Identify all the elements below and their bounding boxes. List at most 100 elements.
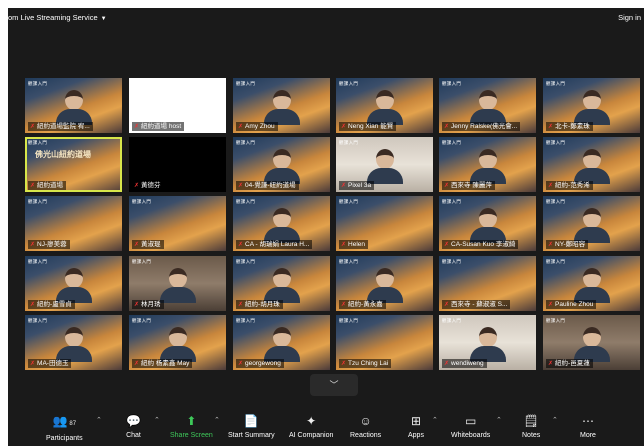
participant-tile[interactable]: 觀課入門 ✗ Pixel 3a [336,137,433,192]
mic-muted-icon: ✗ [30,242,36,248]
participant-tile[interactable]: 觀課入門 ✗ 紐約-盧雪貞 [25,256,122,311]
participant-tile[interactable]: ✗ 黃德芬 [129,137,226,192]
apps-options-caret[interactable]: ⌃ [432,416,438,424]
tile-badge: 觀課入門 [339,199,359,204]
tile-badge: 觀課入門 [236,81,256,86]
mic-muted-icon: ✗ [341,242,347,248]
participant-tile[interactable]: 觀課入門 ✗ 紐約-胡月珠 [233,256,330,311]
participants-options-caret[interactable]: ⌃ [96,416,102,424]
participant-tile[interactable]: 觀課入門 佛光山紐約道場 ✗ 紐約道場 [25,137,122,192]
start-summary-button[interactable]: 📄 Start Summary [228,414,275,439]
tile-badge: 觀課入門 [28,259,48,264]
reaction-icon: ☺ [359,414,372,428]
participant-tile[interactable]: 觀課入門 ✗ 紐約-邑夏蓮 [543,315,640,370]
participant-tile[interactable]: 觀課入門 ✗ Helen [336,196,433,251]
top-bar: om Live Streaming Service ▼ Sign in [8,8,644,28]
collapse-gallery-button[interactable]: ﹀ [310,374,358,396]
meeting-toolbar: 👥 87 Participants ⌃ 💬 Chat ⌃ ⬆ Share Scre… [8,408,644,446]
participant-tile[interactable]: 觀課入門 ✗ 西來寺 陳麗萍 [439,137,536,192]
ai-companion-button[interactable]: ✦ AI Companion [289,414,333,439]
chevron-down-icon[interactable]: ▼ [101,16,107,22]
participant-video [159,268,196,303]
apps-icon: ⊞ [410,414,422,428]
participant-tile[interactable]: ✗ 紐約道場 host [129,78,226,133]
more-button[interactable]: ⋯ More [580,414,596,439]
participant-name-label: ✗ Amy Zhou [236,122,278,131]
participant-name-label: ✗ CA-Susan Kuo 李淑綺 [442,240,519,249]
participant-name-label: ✗ 紐約-胡月珠 [236,300,283,309]
summary-icon: 📄 [243,414,259,428]
participant-tile[interactable]: 觀課入門 ✗ wendiweng [439,315,536,370]
tile-badge: 觀課入門 [546,140,566,145]
participant-tile[interactable]: 觀課入門 ✗ 紐約 杨素鑫 May [129,315,226,370]
participant-video [366,268,403,303]
participant-name-label: ✗ 北卡-鄭素珠 [546,122,593,131]
whiteboard-icon: ▭ [464,414,477,428]
participant-name-label: ✗ georgewong [236,359,284,368]
mic-muted-icon: ✗ [548,183,554,189]
sign-in-link[interactable]: Sign in [618,13,641,22]
participant-name-label: ✗ 西來寺 陳麗萍 [442,181,495,190]
whiteboards-options-caret[interactable]: ⌃ [496,416,502,424]
notes-options-caret[interactable]: ⌃ [552,416,558,424]
participant-tile[interactable]: 觀課入門 ✗ Jenny Ralske(佛光會... [439,78,536,133]
mic-muted-icon: ✗ [238,242,244,248]
participants-button[interactable]: 👥 87 Participants [46,414,83,442]
participant-video [573,208,610,243]
reactions-button[interactable]: ☺ Reactions [350,414,381,439]
share-screen-icon: ⬆ [186,414,197,428]
tile-badge: 觀課入門 [442,81,462,86]
whiteboards-button[interactable]: ▭ Whiteboards [451,414,490,439]
participant-name-label: ✗ 04-覺謙-紐約道場 [236,181,299,190]
participant-video [469,208,506,243]
participant-tile[interactable]: 觀課入門 ✗ georgewong [233,315,330,370]
mic-muted-icon: ✗ [30,124,36,130]
participant-tile[interactable]: 觀課入門 ✗ Amy Zhou [233,78,330,133]
mic-muted-icon: ✗ [134,124,140,130]
participant-name-label: ✗ 紐約-邑夏蓮 [546,359,593,368]
participant-tile[interactable]: 觀課入門 ✗ 西來寺 - 蘇淑淑 S... [439,256,536,311]
participant-tile[interactable]: 觀課入門 ✗ 黃淑琨 [129,196,226,251]
participant-name-label: ✗ 黃德芬 [132,181,164,190]
tile-badge: 觀課入門 [28,318,48,323]
share-options-caret[interactable]: ⌃ [214,416,220,424]
participant-tile[interactable]: 觀課入門 ✗ Pauline Zhou [543,256,640,311]
mic-muted-icon: ✗ [30,361,36,367]
tile-badge: 觀課入門 [28,140,48,145]
chevron-down-icon: ﹀ [329,380,339,390]
participant-tile[interactable]: 觀課入門 ✗ 北卡-鄭素珠 [543,78,640,133]
participant-name-label: ✗ Pixel 3a [339,181,375,190]
meeting-title[interactable]: om Live Streaming Service ▼ [8,13,107,22]
participant-tile[interactable]: 觀課入門 ✗ NY-鄭昭容 [543,196,640,251]
mic-muted-icon: ✗ [238,183,244,189]
tile-badge: 觀課入門 [132,318,152,323]
participant-tile[interactable]: 觀課入門 ✗ Neng Xian 能賢 [336,78,433,133]
share-screen-button[interactable]: ⬆ Share Screen [170,414,213,439]
more-icon: ⋯ [581,414,594,428]
participant-tile[interactable]: 觀課入門 ✗ MA-田德玉 [25,315,122,370]
mic-muted-icon: ✗ [238,361,244,367]
participant-tile[interactable]: 觀課入門 ✗ 紐約道場監院 宥... [25,78,122,133]
apps-button[interactable]: ⊞ Apps [408,414,424,439]
participant-tile[interactable]: 觀課入門 ✗ CA-Susan Kuo 李淑綺 [439,196,536,251]
participant-name-label: ✗ 紐約道場監院 宥... [28,122,93,131]
participant-tile[interactable]: 觀課入門 ✗ CA - 胡瑞娟 Laura H... [233,196,330,251]
notes-button[interactable]: 🗒 Notes [522,414,540,439]
mic-muted-icon: ✗ [134,242,140,248]
tile-badge: 觀課入門 [28,199,48,204]
sparkle-icon: ✦ [306,414,317,428]
chat-button[interactable]: 💬 Chat [126,414,141,439]
participant-video [469,90,506,125]
participant-tile[interactable]: 觀課入門 ✗ 紐約-范秀浠 [543,137,640,192]
participant-tile[interactable]: 觀課入門 ✗ NJ-廖美蓉 [25,196,122,251]
participant-tile[interactable]: 觀課入門 ✗ 紐約-黃永嘉 [336,256,433,311]
mic-muted-icon: ✗ [548,124,554,130]
chat-options-caret[interactable]: ⌃ [154,416,160,424]
participant-tile[interactable]: 觀課入門 ✗ 04-覺謙-紐約道場 [233,137,330,192]
participant-video [573,268,610,303]
participant-tile[interactable]: 觀課入門 ✗ 林月琇 [129,256,226,311]
participant-tile[interactable]: 觀課入門 ✗ Tzu Ching Lai [336,315,433,370]
tile-badge: 觀課入門 [236,259,256,264]
participant-video [469,149,506,184]
participant-name-label: ✗ 紐約 杨素鑫 May [132,359,193,368]
